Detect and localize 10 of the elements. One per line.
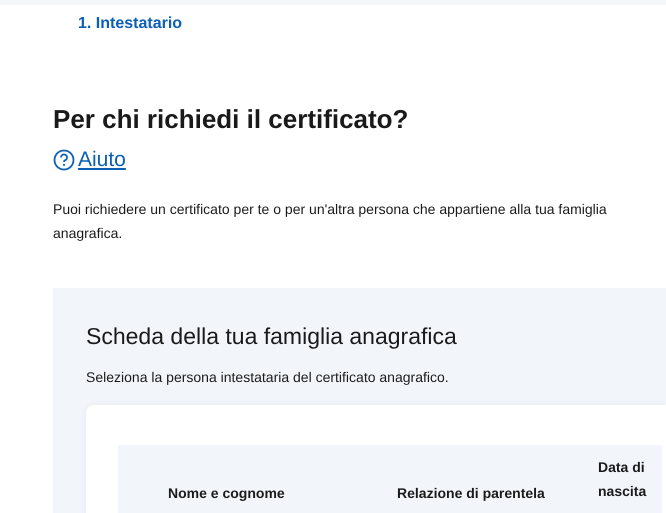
help-link[interactable]: Aiuto — [53, 147, 126, 173]
column-header: Relazione di parentela — [397, 484, 546, 503]
column-header: Nome e cognome — [168, 484, 286, 503]
panel-title: Scheda della tua famiglia anagrafica — [86, 322, 458, 351]
step-label: 1. Intestatario — [77, 14, 184, 34]
page-heading: Per chi richiedi il certificato? — [53, 103, 410, 136]
help-icon — [53, 149, 75, 171]
column-header: Data di nascita — [598, 458, 648, 501]
panel-subtitle: Seleziona la persona intestataria del certificato anagrafico. — [86, 368, 450, 387]
intro-text: Puoi richiedere un certificato per te o per un'altra persona che appartiene alla tua famiglia anagrafica. — [53, 200, 608, 243]
